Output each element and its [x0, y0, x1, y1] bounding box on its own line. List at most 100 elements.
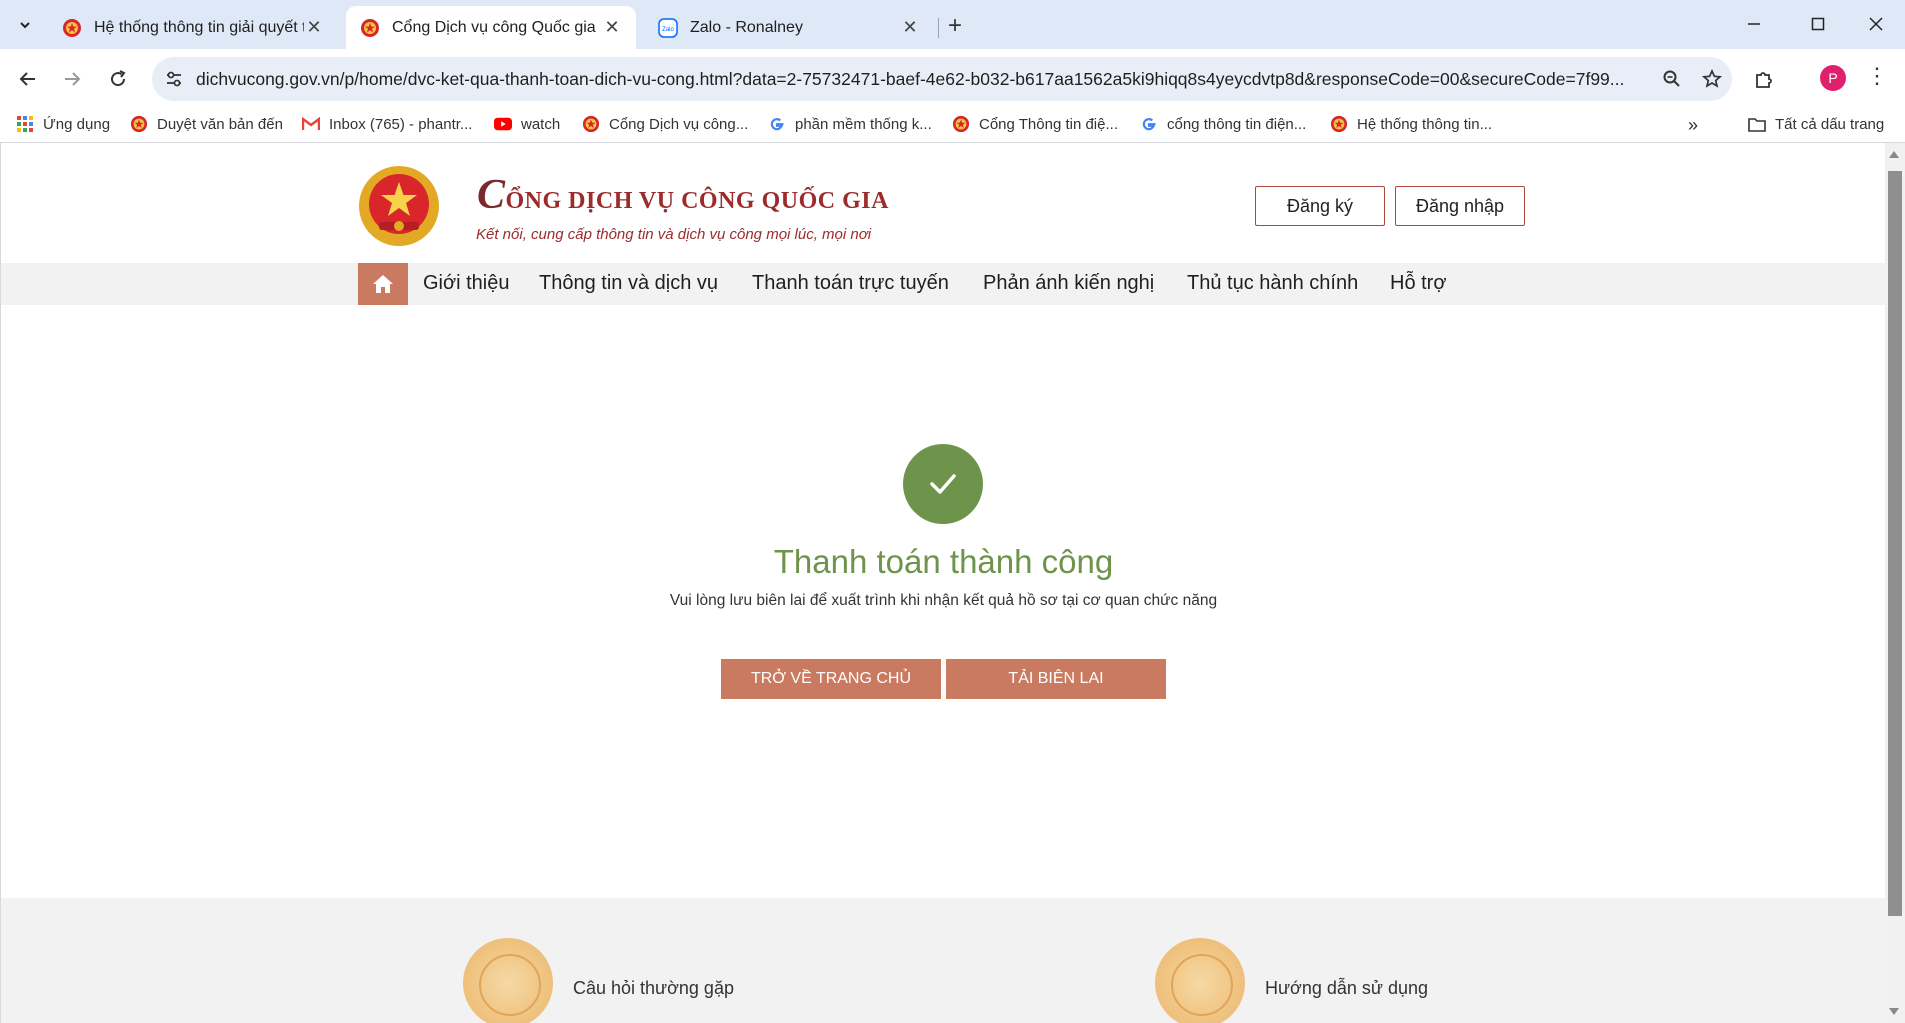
reload-icon	[111, 70, 126, 87]
nav-gioi-thieu[interactable]: Giới thiệu	[423, 272, 509, 295]
bookmark-star-button[interactable]	[1692, 69, 1732, 89]
folder-icon	[1748, 115, 1766, 133]
faq-link[interactable]: Câu hỏi thường gặp	[573, 978, 734, 999]
scroll-thumb[interactable]	[1888, 171, 1902, 916]
bookmark-he-thong-thong-tin[interactable]: Hệ thống thông tin...	[1330, 115, 1492, 133]
payment-result-message: Vui lòng lưu biên lai để xuất trình khi …	[669, 592, 1218, 609]
close-window-button[interactable]	[1864, 12, 1888, 36]
national-emblem-logo[interactable]	[357, 164, 441, 248]
zalo-icon: Zalo	[658, 17, 678, 38]
guide-seal-icon	[1155, 938, 1245, 1023]
nav-thu-tuc-hanh-chinh[interactable]: Thủ tục hành chính	[1187, 272, 1358, 295]
all-bookmarks[interactable]: Tất cả dấu trang	[1748, 115, 1884, 133]
forward-button[interactable]	[58, 65, 86, 93]
tab-he-thong-thong-tin[interactable]: Hệ thống thông tin giải quyết t ✕	[48, 6, 338, 49]
more-bookmarks-icon[interactable]: »	[1688, 115, 1698, 136]
browser-toolbar: dichvucong.gov.vn/p/home/dvc-ket-qua-tha…	[0, 49, 1905, 109]
star-icon	[1702, 69, 1722, 88]
nav-thanh-toan-truc-tuyen[interactable]: Thanh toán trực tuyến	[752, 272, 949, 295]
profile-avatar[interactable]: P	[1820, 65, 1846, 91]
back-to-home-button[interactable]: TRỞ VỀ TRANG CHỦ	[721, 659, 941, 699]
site-info-button[interactable]	[152, 69, 196, 89]
emblem-icon	[952, 115, 970, 133]
scroll-down-arrow-icon[interactable]	[1889, 1008, 1899, 1015]
footer-help-band: Câu hỏi thường gặp Hướng dẫn sử dụng	[1, 898, 1885, 1023]
close-tab-icon[interactable]: ✕	[900, 17, 920, 38]
faq-seal-icon	[463, 938, 553, 1023]
site-header: CỔNG DỊCH VỤ CÔNG QUỐC GIA Kết nối, cung…	[1, 143, 1885, 263]
nav-thong-tin-va-dich-vu[interactable]: Thông tin và dịch vụ	[539, 272, 718, 295]
new-tab-button[interactable]: +	[948, 12, 962, 40]
login-button[interactable]: Đăng nhập	[1395, 186, 1525, 226]
google-icon	[768, 115, 786, 133]
minimize-button[interactable]	[1742, 12, 1766, 36]
bookmark-cong-thong-tin-dien-tu[interactable]: Cổng Thông tin điệ...	[952, 115, 1118, 133]
emblem-icon	[361, 18, 379, 37]
home-icon	[373, 275, 393, 293]
bookmark-label: Duyệt văn bản đến	[157, 115, 283, 133]
more-menu-icon[interactable]: ⋮	[1866, 63, 1888, 89]
chevron-down-icon	[20, 22, 30, 29]
close-icon	[1869, 17, 1883, 31]
bookmark-phan-mem-thong-ke[interactable]: phần mềm thống k...	[768, 115, 932, 133]
home-nav-button[interactable]	[358, 263, 408, 305]
tune-icon	[167, 71, 181, 87]
bookmark-cong-dich-vu-cong[interactable]: Cổng Dịch vụ công...	[582, 115, 748, 133]
minimize-icon	[1748, 23, 1760, 25]
bookmark-duyet-van-ban[interactable]: Duyệt văn bản đến	[130, 115, 283, 133]
arrow-right-icon	[65, 72, 81, 86]
bookmark-apps[interactable]: Ứng dụng	[16, 115, 110, 133]
site-subtitle: Kết nối, cung cấp thông tin và dịch vụ c…	[476, 226, 872, 243]
tab-cong-dich-vu-cong[interactable]: Cổng Dịch vụ công Quốc gia ✕	[346, 6, 636, 49]
emblem-icon	[63, 18, 81, 37]
success-check-icon	[903, 444, 983, 524]
bookmark-cong-thong-tin-dien[interactable]: cổng thông tin điện...	[1140, 115, 1306, 133]
payment-result-title: Thanh toán thành công	[773, 543, 1114, 580]
nav-phan-anh-kien-nghi[interactable]: Phản ánh kiến nghị	[983, 272, 1154, 295]
reload-button[interactable]	[104, 65, 132, 93]
svg-text:Zalo: Zalo	[662, 27, 674, 33]
page-scrollbar[interactable]	[1885, 143, 1905, 1023]
maximize-button[interactable]	[1806, 12, 1830, 36]
tab-zalo[interactable]: Zalo Zalo - Ronalney ✕	[644, 6, 934, 49]
zoom-button[interactable]	[1652, 69, 1692, 89]
site-title-text: ỔNG DỊCH VỤ CÔNG QUỐC GIA	[505, 188, 889, 214]
puzzle-icon	[1756, 72, 1772, 88]
bookmark-inbox[interactable]: Inbox (765) - phantr...	[302, 115, 472, 133]
bookmark-label: Ứng dụng	[43, 115, 111, 133]
site-title-initial: C	[477, 172, 506, 218]
emblem-icon	[1330, 115, 1348, 133]
tab-search-button[interactable]	[10, 10, 40, 40]
tab-title: Cổng Dịch vụ công Quốc gia	[392, 18, 596, 36]
tab-title: Zalo - Ronalney	[690, 18, 803, 36]
tab-strip: Hệ thống thông tin giải quyết t ✕ Cổng D…	[0, 0, 1905, 49]
maximize-icon	[1811, 17, 1825, 31]
site-title[interactable]: CỔNG DỊCH VỤ CÔNG QUỐC GIA	[477, 171, 889, 219]
arrow-left-icon	[19, 72, 35, 86]
all-bookmarks-label: Tất cả dấu trang	[1775, 115, 1885, 133]
page-viewport: CỔNG DỊCH VỤ CÔNG QUỐC GIA Kết nối, cung…	[0, 143, 1885, 1023]
bookmark-label: cổng thông tin điện...	[1167, 115, 1307, 133]
apps-grid-icon	[16, 115, 34, 133]
emblem-icon	[130, 115, 148, 133]
bookmark-label: Hệ thống thông tin...	[1357, 115, 1493, 133]
url-text[interactable]: dichvucong.gov.vn/p/home/dvc-ket-qua-tha…	[196, 69, 1652, 90]
bookmark-watch[interactable]: watch	[494, 115, 560, 133]
register-button[interactable]: Đăng ký	[1255, 186, 1385, 226]
scroll-up-arrow-icon[interactable]	[1889, 151, 1899, 158]
bookmark-label: watch	[521, 115, 561, 133]
main-nav: Giới thiệu Thông tin và dịch vụ Thanh to…	[1, 263, 1885, 305]
bookmark-label: phần mềm thống k...	[795, 115, 932, 133]
extensions-button[interactable]	[1750, 65, 1778, 93]
close-tab-icon[interactable]: ✕	[602, 17, 622, 38]
bookmark-label: Inbox (765) - phantr...	[329, 115, 473, 133]
address-bar[interactable]: dichvucong.gov.vn/p/home/dvc-ket-qua-tha…	[152, 57, 1732, 101]
download-receipt-button[interactable]: TẢI BIÊN LAI	[946, 659, 1166, 699]
close-tab-icon[interactable]: ✕	[304, 17, 324, 38]
back-button[interactable]	[14, 65, 42, 93]
tab-title: Hệ thống thông tin giải quyết t	[94, 18, 304, 36]
user-guide-link[interactable]: Hướng dẫn sử dụng	[1265, 978, 1428, 999]
nav-ho-tro[interactable]: Hỗ trợ	[1390, 272, 1446, 295]
gmail-icon	[302, 115, 320, 133]
emblem-icon	[582, 115, 600, 133]
